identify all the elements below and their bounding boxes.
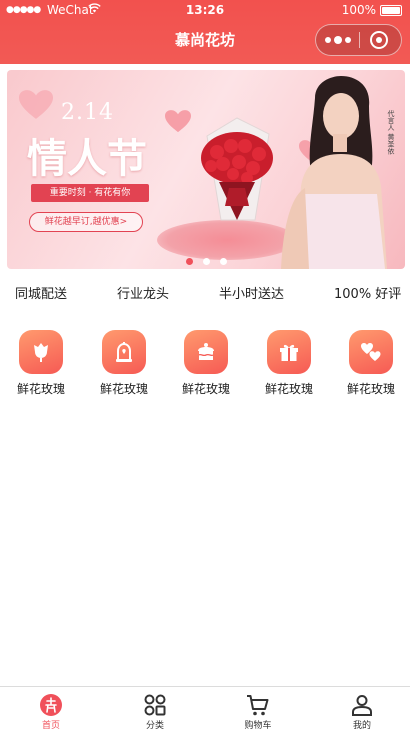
carousel-indicator: [7, 250, 405, 269]
home-flower-icon: [40, 694, 62, 716]
category-label: 鲜花玫瑰: [16, 382, 65, 396]
category-item[interactable]: 鲜花玫瑰: [336, 330, 406, 397]
tab-mine-label: 我的: [352, 721, 371, 731]
category-item[interactable]: 鲜花玫瑰: [254, 330, 324, 397]
banner-promo-pill: 鲜花越早订,越优惠>: [29, 212, 143, 232]
banner-carousel[interactable]: 2.14 情人节 重要时刻 · 有花有你 鲜花越早订,越优惠> 代言人 黄圣依: [7, 70, 405, 269]
banner-date: 2.14: [61, 100, 114, 125]
gift-icon: [267, 330, 311, 374]
cake-icon: [184, 330, 228, 374]
banner-endorser-text: 代言人 黄圣依: [387, 110, 395, 155]
bell-jar-icon: [102, 330, 146, 374]
more-dots-icon[interactable]: [316, 25, 359, 55]
category-label: 鲜花玫瑰: [181, 382, 230, 396]
tab-category[interactable]: 分类: [115, 687, 195, 735]
bottom-tab-bar: 首页 分类 购物车 我的: [0, 686, 410, 735]
tab-category-label: 分类: [145, 721, 164, 731]
feature-positive-rating: 100% 好评: [334, 287, 402, 302]
service-features: 同城配送 行业龙头 半小时送达 100% 好评: [0, 282, 410, 308]
hearts-icon: [349, 330, 393, 374]
tab-cart[interactable]: 购物车: [218, 687, 298, 735]
target-close-icon[interactable]: [358, 25, 401, 55]
top-bar: ●●●●● WeChat 13:26 100% 慕尚花坊: [0, 0, 410, 64]
feature-half-hour: 半小时送达: [219, 287, 285, 302]
status-bar: ●●●●● WeChat 13:26 100%: [0, 0, 410, 20]
feature-same-city: 同城配送: [15, 287, 68, 302]
category-item[interactable]: 鲜花玫瑰: [89, 330, 159, 397]
mini-program-capsule: [315, 24, 402, 56]
user-icon: [352, 695, 372, 716]
banner-title: 情人节: [27, 135, 147, 182]
tab-home-label: 首页: [41, 721, 60, 731]
tab-cart-label: 购物车: [244, 721, 272, 731]
banner-ribbon: 重要时刻 · 有花有你: [31, 184, 149, 202]
tab-mine[interactable]: 我的: [322, 687, 402, 735]
rose-bouquet-image: [201, 117, 273, 221]
model-portrait-image: [281, 76, 387, 269]
flower-icon: [19, 330, 63, 374]
category-label: 鲜花玫瑰: [264, 382, 313, 396]
carousel-dot[interactable]: [202, 258, 210, 265]
category-item[interactable]: 鲜花玫瑰: [171, 330, 241, 397]
feature-industry-leader: 行业龙头: [117, 287, 170, 302]
category-label: 鲜花玫瑰: [99, 382, 148, 396]
heart-decoration-icon: [165, 110, 191, 133]
cart-icon: [247, 695, 269, 716]
category-item[interactable]: 鲜花玫瑰: [6, 330, 76, 397]
category-label: 鲜花玫瑰: [346, 382, 395, 396]
heart-decoration-icon: [19, 90, 53, 119]
battery-icon: [380, 5, 402, 16]
carousel-dot[interactable]: [219, 258, 227, 265]
tab-home[interactable]: 首页: [11, 687, 91, 735]
battery-percent: 100%: [341, 3, 376, 17]
carousel-dot[interactable]: [185, 258, 193, 265]
grid-icon: [144, 694, 166, 716]
